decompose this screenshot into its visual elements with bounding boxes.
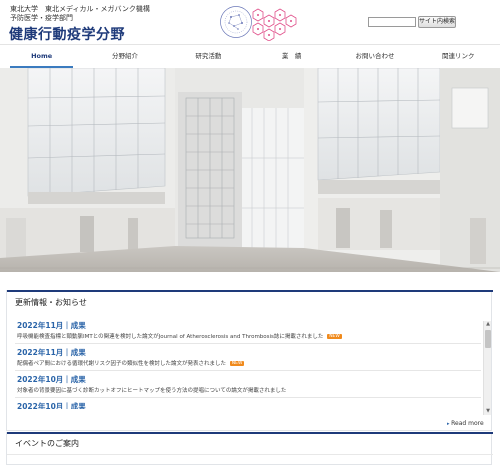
scroll-down-arrow-icon[interactable]: ▼ xyxy=(485,408,491,415)
read-more-label[interactable]: Read more xyxy=(451,420,484,427)
news-divider xyxy=(15,397,481,398)
org-line-2: 予防医学・疫学部門 xyxy=(10,14,73,22)
news-item-link[interactable]: 呼吸機能検査指標と頸動脈IMTとの関連を検討した論文がJournal of At… xyxy=(17,332,342,340)
events-heading: イベントのご案内 xyxy=(15,439,79,448)
news-item-text[interactable]: 配偶者ペア間における循環代謝リスク因子の類似性を検討した論文が発表されました xyxy=(17,361,226,367)
new-badge: NEW xyxy=(327,334,342,339)
site-search-button[interactable]: サイト内検索 xyxy=(418,16,456,28)
scroll-up-arrow-icon[interactable]: ▲ xyxy=(485,321,491,328)
events-panel: イベントのご案内 xyxy=(6,432,493,465)
news-list[interactable]: 2022年11月｜成果 呼吸機能検査指標と頸動脈IMTとの関連を検討した論文がJ… xyxy=(7,317,483,409)
news-date: 2022年10月｜成果 xyxy=(17,375,86,384)
nav-home[interactable]: Home xyxy=(0,45,83,68)
nav-research[interactable]: 研究活動 xyxy=(167,45,250,68)
news-scrollbar[interactable]: ▲ ▼ xyxy=(483,321,491,415)
news-date: 2022年10月｜成果 xyxy=(17,402,86,409)
news-date: 2022年11月｜成果 xyxy=(17,321,86,330)
nav-links[interactable]: 関連リンク xyxy=(417,45,500,68)
read-more-link[interactable]: ▸ Read more xyxy=(447,420,484,427)
site-logo[interactable] xyxy=(218,3,310,41)
news-panel: 更新情報・お知らせ 2022年11月｜成果 呼吸機能検査指標と頸動脈IMTとの関… xyxy=(6,290,493,431)
news-item-text[interactable]: 対象者の背景要因に基づく診断カットオフにヒートマップを使う方法の提唱についての論… xyxy=(17,388,286,394)
site-search-input[interactable] xyxy=(368,17,416,27)
site-title[interactable]: 健康行動疫学分野 xyxy=(9,24,125,44)
new-badge: NEW xyxy=(229,361,245,366)
nav-contact[interactable]: お問い合わせ xyxy=(333,45,416,68)
org-line-1: 東北大学 東北メディカル・メガバンク機構 xyxy=(10,5,150,13)
hero-image xyxy=(0,68,500,272)
organization-name: 東北大学 東北メディカル・メガバンク機構 予防医学・疫学部門 xyxy=(10,5,150,23)
news-heading: 更新情報・お知らせ xyxy=(15,298,87,307)
news-item-link[interactable]: 配偶者ペア間における循環代謝リスク因子の類似性を検討した論文が発表されました N… xyxy=(17,359,245,367)
news-item-text[interactable]: 呼吸機能検査指標と頸動脈IMTとの関連を検討した論文がJournal of At… xyxy=(17,334,323,340)
main-navigation: Home 分野紹介 研究活動 業 績 お問い合わせ 関連リンク xyxy=(0,44,500,68)
news-panel-accent xyxy=(7,290,493,292)
news-item-link[interactable]: 対象者の背景要因に基づく診断カットオフにヒートマップを使う方法の提唱についての論… xyxy=(17,386,286,394)
site-header: 東北大学 東北メディカル・メガバンク機構 予防医学・疫学部門 健康行動疫学分野 xyxy=(0,0,500,44)
nav-about[interactable]: 分野紹介 xyxy=(83,45,166,68)
atrium-illustration xyxy=(0,68,500,272)
scrollbar-thumb[interactable] xyxy=(485,330,491,348)
news-divider xyxy=(15,370,481,371)
events-panel-accent xyxy=(7,432,493,434)
news-date: 2022年11月｜成果 xyxy=(17,348,86,357)
events-divider xyxy=(7,454,493,455)
news-divider xyxy=(15,343,481,344)
nav-achievements[interactable]: 業 績 xyxy=(250,45,333,68)
